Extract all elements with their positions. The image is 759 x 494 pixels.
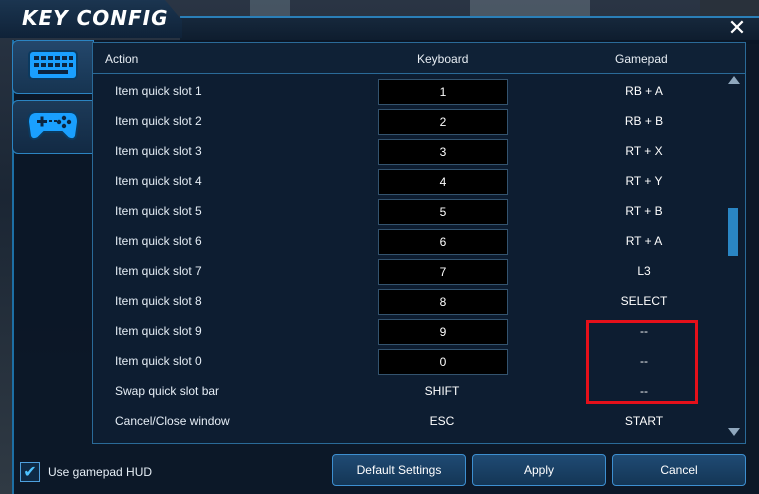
keyboard-binding-field[interactable]: 4: [378, 169, 508, 195]
table-scrollbar[interactable]: [726, 72, 740, 438]
table-row: Cancel/Close window ESC START: [93, 406, 723, 436]
action-label: Item quick slot 0: [115, 354, 202, 368]
keyboard-binding-field[interactable]: 9: [378, 319, 508, 345]
table-row: Item quick slot 7 7 L3: [93, 256, 723, 286]
action-label: Item quick slot 5: [115, 204, 202, 218]
scroll-up-arrow-icon[interactable]: [728, 76, 740, 84]
action-label: Cancel/Close window: [115, 414, 230, 428]
apply-button[interactable]: Apply: [472, 454, 606, 486]
gamepad-binding[interactable]: START: [579, 414, 709, 428]
action-label: Item quick slot 1: [115, 84, 202, 98]
action-label: Swap quick slot bar: [115, 384, 220, 398]
use-gamepad-hud-checkbox[interactable]: ✔: [20, 462, 40, 482]
keyboard-binding-field[interactable]: 1: [378, 79, 508, 105]
keyboard-binding-field[interactable]: 2: [378, 109, 508, 135]
scroll-thumb[interactable]: [728, 208, 738, 256]
keyboard-binding-field[interactable]: 0: [378, 349, 508, 375]
tab-gamepad[interactable]: [12, 100, 94, 154]
keyboard-binding-field[interactable]: 8: [378, 289, 508, 315]
table-row: Item quick slot 3 3 RT + X: [93, 136, 723, 166]
gamepad-binding[interactable]: L3: [579, 264, 709, 278]
table-row: Item quick slot 1 1 RB + A: [93, 76, 723, 106]
keyboard-binding-field[interactable]: 5: [378, 199, 508, 225]
gamepad-icon: [26, 108, 80, 147]
action-label: Item quick slot 8: [115, 294, 202, 308]
gamepad-binding[interactable]: SELECT: [579, 294, 709, 308]
table-row: Item quick slot 2 2 RB + B: [93, 106, 723, 136]
action-label: Item quick slot 6: [115, 234, 202, 248]
key-config-window: KEY CONFIG ✕ Action Keyboard Gamepad Ite…: [0, 0, 759, 494]
gamepad-binding[interactable]: RT + A: [579, 234, 709, 248]
use-gamepad-hud-label: Use gamepad HUD: [48, 465, 153, 479]
tab-keyboard[interactable]: [12, 40, 94, 94]
keyboard-binding[interactable]: SHIFT: [378, 379, 506, 403]
scroll-down-arrow-icon[interactable]: [728, 428, 740, 436]
close-button[interactable]: ✕: [722, 16, 752, 42]
cancel-button[interactable]: Cancel: [612, 454, 746, 486]
action-label: Item quick slot 2: [115, 114, 202, 128]
window-title: KEY CONFIG: [22, 6, 169, 30]
header-action: Action: [105, 52, 139, 66]
keyboard-icon: [28, 49, 78, 85]
gamepad-binding[interactable]: RT + X: [579, 144, 709, 158]
action-label: Item quick slot 7: [115, 264, 202, 278]
table-row: Item quick slot 5 5 RT + B: [93, 196, 723, 226]
table-header: Action Keyboard Gamepad: [93, 43, 745, 74]
keyboard-binding-field[interactable]: 6: [378, 229, 508, 255]
keyboard-binding-field[interactable]: 7: [378, 259, 508, 285]
gamepad-binding[interactable]: RB + A: [579, 84, 709, 98]
highlight-annotation-box: [586, 320, 698, 404]
table-row: Item quick slot 8 8 SELECT: [93, 286, 723, 316]
header-keyboard: Keyboard: [417, 52, 469, 66]
keyboard-binding[interactable]: ESC: [378, 409, 506, 433]
gamepad-binding[interactable]: RB + B: [579, 114, 709, 128]
action-label: Item quick slot 3: [115, 144, 202, 158]
gamepad-binding[interactable]: RT + B: [579, 204, 709, 218]
keyboard-binding-field[interactable]: 3: [378, 139, 508, 165]
table-row: Item quick slot 6 6 RT + A: [93, 226, 723, 256]
table-row: Item quick slot 4 4 RT + Y: [93, 166, 723, 196]
gamepad-binding[interactable]: RT + Y: [579, 174, 709, 188]
action-label: Item quick slot 9: [115, 324, 202, 338]
action-label: Item quick slot 4: [115, 174, 202, 188]
default-settings-button[interactable]: Default Settings: [332, 454, 466, 486]
header-gamepad: Gamepad: [615, 52, 668, 66]
